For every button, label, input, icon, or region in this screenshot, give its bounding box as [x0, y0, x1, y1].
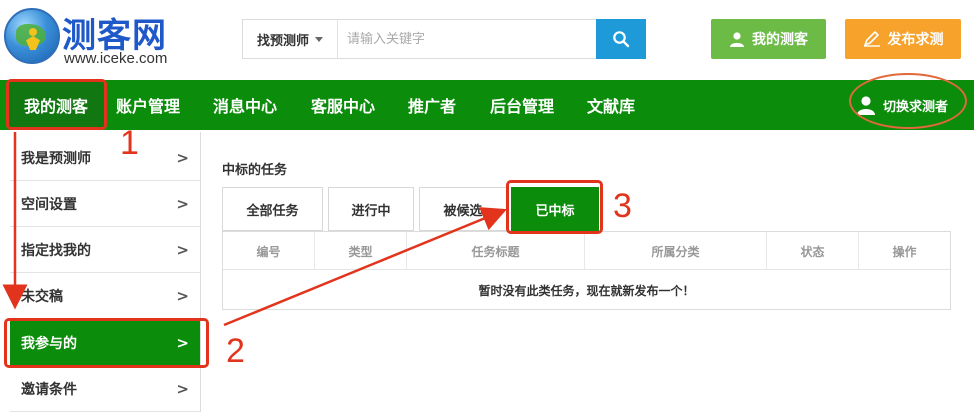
col-header-type: 类型 — [315, 232, 407, 270]
tab-shortlisted[interactable]: 被候选 — [419, 187, 507, 231]
tab-all-tasks[interactable]: 全部任务 — [222, 187, 323, 231]
sidebar-item-label: 我是预测师 — [21, 150, 91, 167]
post-request-label: 发布求测 — [887, 32, 944, 48]
user-icon — [730, 32, 744, 47]
sidebar-item-invite-conditions[interactable]: 邀请条件 > — [10, 366, 200, 412]
globe-logo-icon — [4, 8, 60, 64]
sidebar-item-label: 指定找我的 — [21, 242, 91, 259]
nav-item-promoter[interactable]: 推广者 — [408, 80, 456, 130]
search-category-dropdown[interactable]: 找预测师 — [243, 20, 338, 58]
chevron-right-icon: > — [176, 380, 189, 398]
my-ceke-label: 我的测客 — [752, 32, 808, 48]
col-header-actions: 操作 — [892, 244, 917, 259]
sidebar-item-assigned-to-me[interactable]: 指定找我的 > — [10, 227, 200, 273]
logo-url: www.iceke.com — [64, 50, 168, 67]
pencil-icon — [863, 31, 880, 47]
chevron-down-icon — [315, 36, 323, 42]
post-request-button[interactable]: 发布求测 — [845, 19, 961, 59]
annotation-step-2: 2 — [226, 332, 245, 370]
sidebar-item-space-settings[interactable]: 空间设置 > — [10, 181, 200, 227]
col-header-status: 状态 — [767, 232, 859, 270]
sidebar-divider — [200, 132, 201, 412]
col-header-category: 所属分类 — [585, 232, 767, 270]
main-nav: 我的测客 账户管理 消息中心 客服中心 推广者 后台管理 文献库 切换求测者 — [0, 80, 974, 130]
tab-in-progress[interactable]: 进行中 — [328, 187, 414, 231]
nav-item-admin[interactable]: 后台管理 — [490, 80, 554, 130]
sidebar-item-label: 未交稿 — [21, 288, 63, 305]
nav-item-library[interactable]: 文献库 — [587, 80, 635, 130]
nav-item-customer-service[interactable]: 客服中心 — [311, 80, 375, 130]
search-icon — [613, 31, 630, 48]
task-table: 编号 类型 任务标题 所属分类 状态 操作 暂时没有此类任务，现在就新发布一个！ — [222, 231, 951, 310]
annotation-step-3: 3 — [613, 187, 632, 225]
sidebar-item-label: 邀请条件 — [21, 381, 77, 398]
chevron-right-icon: > — [176, 195, 189, 213]
search-bar: 找预测师 — [242, 19, 646, 59]
annotation-oval-switch — [849, 73, 967, 129]
chevron-right-icon: > — [176, 287, 189, 305]
my-ceke-button[interactable]: 我的测客 — [711, 19, 826, 59]
annotation-step-1: 1 — [120, 124, 139, 162]
col-header-id: 编号 — [223, 232, 315, 270]
page-title: 中标的任务 — [222, 163, 288, 178]
annotation-highlight-tab — [506, 180, 603, 234]
nav-item-messages[interactable]: 消息中心 — [213, 80, 277, 130]
search-category-label: 找预测师 — [256, 33, 309, 49]
empty-state-message: 暂时没有此类任务，现在就新发布一个！ — [478, 283, 695, 298]
site-logo[interactable]: 测客网 www.iceke.com — [4, 6, 194, 72]
search-input[interactable] — [339, 20, 595, 58]
sidebar-item-not-submitted[interactable]: 未交稿 > — [10, 273, 200, 319]
chevron-right-icon: > — [176, 241, 189, 259]
chevron-right-icon: > — [176, 149, 189, 167]
col-header-title: 任务标题 — [407, 232, 585, 270]
sidebar-item-forecaster[interactable]: 我是预测师 > — [10, 135, 200, 181]
sidebar-item-label: 空间设置 — [21, 196, 77, 213]
table-header-row: 编号 类型 任务标题 所属分类 状态 操作 — [223, 232, 950, 270]
annotation-highlight-sidebar — [4, 318, 209, 368]
annotation-highlight-nav — [6, 79, 107, 130]
nav-item-account[interactable]: 账户管理 — [116, 80, 180, 130]
search-button[interactable] — [596, 19, 646, 59]
